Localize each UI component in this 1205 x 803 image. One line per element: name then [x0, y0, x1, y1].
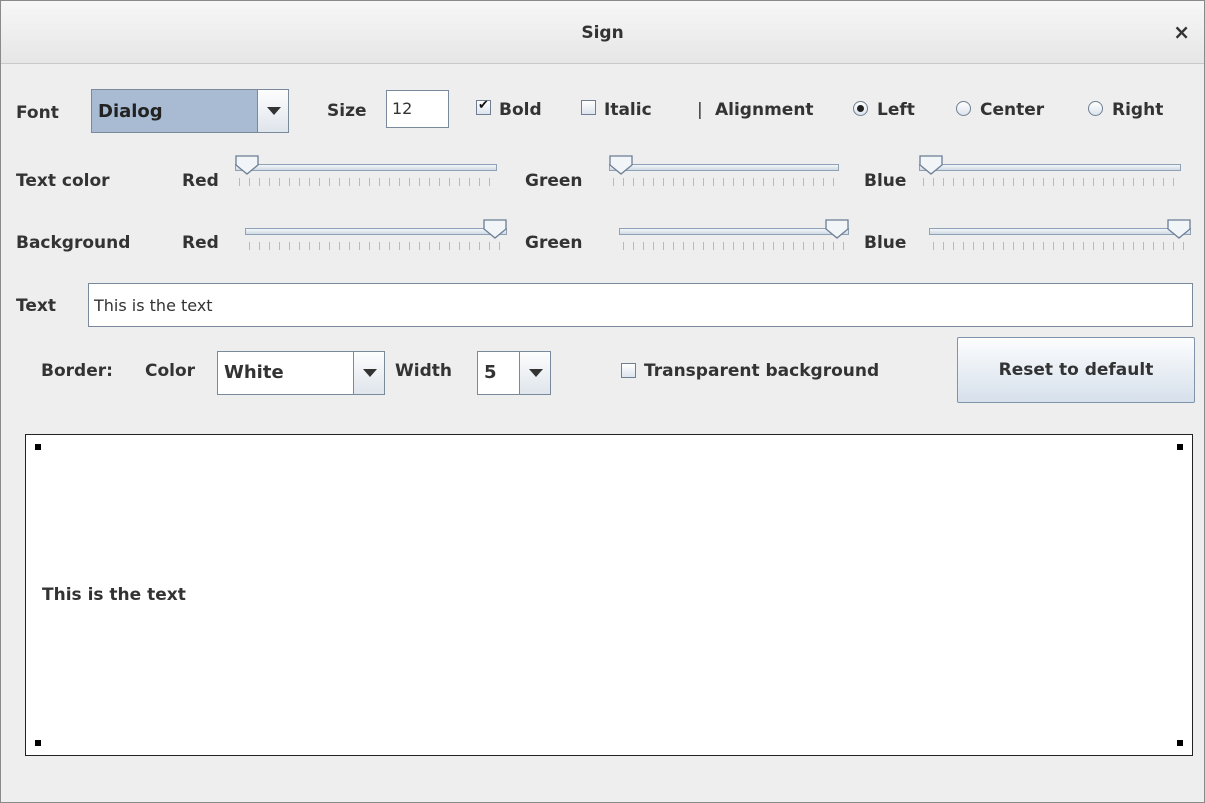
font-combo-arrow[interactable]	[257, 90, 288, 132]
slider-thumb-icon[interactable]	[919, 155, 943, 175]
slider-track[interactable]	[235, 164, 497, 171]
font-combo[interactable]: Dialog	[91, 89, 289, 133]
alignment-label: Alignment	[715, 100, 814, 120]
text-input[interactable]: This is the text	[88, 283, 1193, 327]
title-bar[interactable]: Sign ×	[1, 1, 1204, 64]
font-combo-value: Dialog	[98, 101, 163, 122]
slider-ticks	[923, 178, 1177, 186]
sign-dialog: Sign × Font Dialog Size 12 Bold Italic |…	[0, 0, 1205, 803]
bg-blue-label: Blue	[864, 233, 907, 253]
text-red-slider[interactable]	[235, 155, 497, 195]
text-green-slider[interactable]	[609, 155, 839, 195]
transparent-label: Transparent background	[644, 361, 880, 381]
bold-checkbox[interactable]	[476, 98, 491, 115]
border-width-combo[interactable]: 5	[477, 351, 551, 395]
size-label: Size	[327, 101, 367, 121]
slider-thumb-icon[interactable]	[483, 219, 507, 239]
bg-blue-slider[interactable]	[929, 219, 1191, 259]
text-blue-label: Blue	[864, 171, 907, 191]
slider-thumb-icon[interactable]	[825, 219, 849, 239]
align-left-label: Left	[877, 100, 915, 120]
slider-track[interactable]	[929, 228, 1191, 235]
slider-track[interactable]	[609, 164, 839, 171]
border-width-arrow[interactable]	[519, 352, 550, 394]
align-right-radio[interactable]	[1088, 101, 1103, 116]
text-blue-slider[interactable]	[919, 155, 1181, 195]
border-width-label: Width	[395, 361, 452, 381]
border-color-value: White	[224, 362, 284, 383]
background-label: Background	[16, 233, 131, 253]
slider-thumb-icon[interactable]	[1167, 219, 1191, 239]
italic-label: Italic	[604, 100, 652, 120]
separator: |	[697, 100, 703, 120]
bg-red-label: Red	[182, 233, 219, 253]
resize-handle-icon[interactable]	[35, 740, 41, 746]
text-label: Text	[16, 296, 56, 316]
bg-green-slider[interactable]	[619, 219, 849, 259]
text-red-label: Red	[182, 171, 219, 191]
italic-checkbox[interactable]	[581, 100, 596, 115]
align-left-radio[interactable]	[853, 101, 868, 116]
resize-handle-icon[interactable]	[1177, 740, 1183, 746]
border-label: Border:	[41, 361, 113, 381]
text-green-label: Green	[525, 171, 583, 191]
text-color-label: Text color	[16, 171, 110, 191]
size-input[interactable]: 12	[386, 90, 449, 128]
slider-ticks	[249, 242, 503, 250]
align-center-label: Center	[980, 100, 1045, 120]
chevron-down-icon	[363, 369, 377, 377]
chevron-down-icon	[267, 107, 281, 115]
slider-track[interactable]	[619, 228, 849, 235]
border-color-label: Color	[145, 361, 196, 381]
slider-ticks	[239, 178, 493, 186]
align-right-label: Right	[1112, 100, 1164, 120]
resize-handle-icon[interactable]	[1177, 444, 1183, 450]
border-color-arrow[interactable]	[353, 352, 384, 394]
bg-green-label: Green	[525, 233, 583, 253]
chevron-down-icon	[529, 369, 543, 377]
slider-track[interactable]	[245, 228, 507, 235]
resize-handle-icon[interactable]	[35, 444, 41, 450]
border-color-combo[interactable]: White	[217, 351, 385, 395]
align-center-radio[interactable]	[956, 101, 971, 116]
bold-label: Bold	[499, 100, 542, 120]
reset-button[interactable]: Reset to default	[957, 337, 1195, 403]
sign-preview: This is the text	[25, 434, 1193, 756]
bg-red-slider[interactable]	[245, 219, 507, 259]
slider-thumb-icon[interactable]	[609, 155, 633, 175]
slider-thumb-icon[interactable]	[235, 155, 259, 175]
slider-ticks	[933, 242, 1187, 250]
preview-text: This is the text	[42, 585, 186, 605]
slider-track[interactable]	[919, 164, 1181, 171]
font-label: Font	[16, 103, 59, 123]
slider-ticks	[613, 178, 835, 186]
window-title: Sign	[581, 23, 624, 43]
transparent-checkbox[interactable]	[621, 363, 636, 378]
slider-ticks	[623, 242, 845, 250]
border-width-value: 5	[484, 362, 497, 383]
close-icon[interactable]: ×	[1173, 20, 1190, 44]
